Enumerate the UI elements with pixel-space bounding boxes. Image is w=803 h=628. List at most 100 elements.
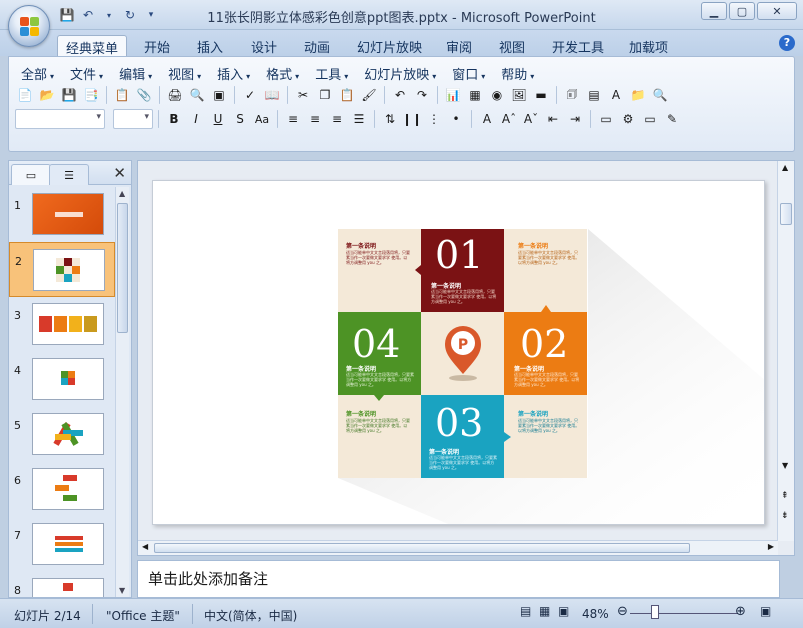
zoom-slider-handle[interactable]	[651, 605, 659, 619]
textbox-icon[interactable]: A	[606, 85, 626, 105]
previous-slide-icon[interactable]: ⇞	[781, 491, 789, 501]
slide-canvas[interactable]: 第一条说明 适当可能单中文文言段落用将，只要素当作一次要做文要求学 使用。以将方…	[152, 180, 765, 525]
cut-icon[interactable]: ✂	[293, 85, 313, 105]
undo-icon[interactable]: ↶	[390, 85, 410, 105]
paste-icon[interactable]: 📋	[337, 85, 357, 105]
menu-all[interactable]: 全部 ▾	[13, 62, 62, 85]
scroll-down-icon[interactable]: ▼	[119, 586, 125, 595]
shape-fill-icon[interactable]: ▭	[640, 109, 660, 129]
redo-icon[interactable]: ↷	[412, 85, 432, 105]
tab-developer[interactable]: 开发工具	[544, 35, 612, 56]
save-as-pdf-icon[interactable]: 📑	[81, 85, 101, 105]
arrange-icon[interactable]: ▭	[596, 109, 616, 129]
scroll-up-icon[interactable]: ▲	[119, 189, 125, 198]
slide-thumbnail[interactable]: 6	[9, 462, 115, 517]
bullets-icon[interactable]: •	[446, 109, 466, 129]
font-size-combo[interactable]	[113, 109, 153, 129]
tab-addins[interactable]: 加载项	[621, 35, 676, 56]
next-slide-icon[interactable]: ⇟	[781, 511, 789, 521]
tab-home[interactable]: 开始	[136, 35, 178, 56]
research-icon[interactable]: 📖	[262, 85, 282, 105]
scroll-thumb[interactable]	[154, 543, 690, 553]
slide-thumbnail[interactable]: 7	[9, 517, 115, 572]
close-button[interactable]: ✕	[757, 2, 797, 20]
normal-view-icon[interactable]: ▤	[520, 604, 531, 618]
insert-picture-icon[interactable]: 🖼	[509, 85, 529, 105]
close-panel-icon[interactable]: ✕	[113, 164, 126, 182]
slide-thumbnail[interactable]: 1	[9, 187, 115, 242]
page-setup-icon[interactable]: ▣	[209, 85, 229, 105]
format-painter-icon[interactable]: 🖌	[359, 85, 379, 105]
new-slide-icon[interactable]: 🗊	[562, 85, 582, 105]
menu-help[interactable]: 帮助 ▾	[493, 62, 542, 85]
outline-tab[interactable]: ☰	[49, 164, 89, 185]
slide-thumbnail[interactable]: 8	[9, 572, 115, 597]
menu-view[interactable]: 视图 ▾	[160, 62, 209, 85]
bold-icon[interactable]: B	[164, 109, 184, 129]
zoom-level[interactable]: 48%	[582, 607, 609, 621]
align-right-icon[interactable]: ≡	[327, 109, 347, 129]
slides-panel-scrollbar[interactable]: ▲ ▼	[115, 187, 129, 597]
scroll-right-icon[interactable]: ▶	[768, 542, 774, 551]
shape-outline-icon[interactable]: ✎	[662, 109, 682, 129]
slides-tab[interactable]: ▭	[11, 164, 51, 185]
scroll-left-icon[interactable]: ◀	[142, 542, 148, 551]
insert-smartart-icon[interactable]: ◉	[487, 85, 507, 105]
change-case-icon[interactable]: Aa	[252, 109, 272, 129]
shadow-icon[interactable]: S	[230, 109, 250, 129]
tab-design[interactable]: 设计	[243, 35, 285, 56]
tab-view[interactable]: 视图	[491, 35, 533, 56]
new-icon[interactable]: 📄	[15, 85, 35, 105]
font-name-combo[interactable]	[15, 109, 105, 129]
tab-review[interactable]: 审阅	[438, 35, 480, 56]
menu-insert[interactable]: 插入 ▾	[209, 62, 258, 85]
columns-icon[interactable]: ❙❙	[402, 109, 422, 129]
scroll-thumb[interactable]	[780, 203, 792, 225]
spelling-icon[interactable]: ✓	[240, 85, 260, 105]
increase-indent-icon[interactable]: ⇥	[565, 109, 585, 129]
menu-file[interactable]: 文件 ▾	[62, 62, 111, 85]
permission-icon[interactable]: 📋	[112, 85, 132, 105]
shrink-font-icon[interactable]: Aˇ	[521, 109, 541, 129]
zoom-in-icon[interactable]: ⊕	[735, 604, 746, 619]
align-center-icon[interactable]: ≡	[305, 109, 325, 129]
attach-icon[interactable]: 📎	[134, 85, 154, 105]
menu-window[interactable]: 窗口 ▾	[444, 62, 493, 85]
font-color-icon[interactable]: A	[477, 109, 497, 129]
tab-insert[interactable]: 插入	[189, 35, 231, 56]
tab-animations[interactable]: 动画	[296, 35, 338, 56]
menu-format[interactable]: 格式 ▾	[258, 62, 307, 85]
save-icon[interactable]: 💾	[59, 85, 79, 105]
find-icon[interactable]: 🔍	[650, 85, 670, 105]
grow-font-icon[interactable]: Aˆ	[499, 109, 519, 129]
scroll-thumb[interactable]	[117, 203, 128, 333]
tab-classic-menu[interactable]: 经典菜单	[57, 35, 128, 57]
notes-pane[interactable]: 单击此处添加备注	[137, 560, 780, 598]
underline-icon[interactable]: U	[208, 109, 228, 129]
help-icon[interactable]: ?	[779, 35, 795, 51]
justify-icon[interactable]: ☰	[349, 109, 369, 129]
slide-thumbnail[interactable]: 2	[9, 242, 115, 297]
insert-table-icon[interactable]: ▦	[465, 85, 485, 105]
language-indicator[interactable]: 中文(简体，中国)	[204, 607, 297, 624]
print-preview-icon[interactable]: 🔍	[187, 85, 207, 105]
menu-edit[interactable]: 编辑 ▾	[111, 62, 160, 85]
insert-chart-icon[interactable]: 📊	[443, 85, 463, 105]
office-button[interactable]	[8, 5, 50, 47]
folder-icon[interactable]: 📁	[628, 85, 648, 105]
italic-icon[interactable]: I	[186, 109, 206, 129]
open-icon[interactable]: 📂	[37, 85, 57, 105]
slideshow-view-icon[interactable]: ▣	[558, 604, 569, 618]
menu-tools[interactable]: 工具 ▾	[307, 62, 356, 85]
slide-thumbnail[interactable]: 4	[9, 352, 115, 407]
slide-thumbnail[interactable]: 5	[9, 407, 115, 462]
scroll-down-icon[interactable]: ▼	[782, 461, 788, 470]
fit-to-window-icon[interactable]: ▣	[760, 604, 771, 618]
align-left-icon[interactable]: ≡	[283, 109, 303, 129]
maximize-button[interactable]: ▢	[729, 2, 755, 20]
slide-vertical-scrollbar[interactable]: ▲ ▼ ⇞ ⇟	[777, 161, 794, 541]
slide-sorter-icon[interactable]: ▦	[539, 604, 550, 618]
quick-styles-icon[interactable]: ⚙	[618, 109, 638, 129]
zoom-slider[interactable]	[630, 613, 738, 614]
layout-icon[interactable]: ▤	[584, 85, 604, 105]
